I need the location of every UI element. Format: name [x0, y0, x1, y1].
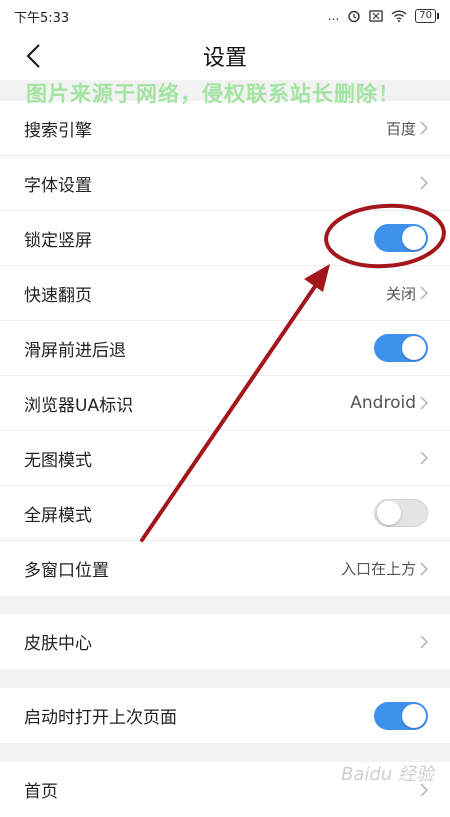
- baidu-watermark: Baidu 经验: [341, 764, 434, 785]
- setting-font[interactable]: 字体设置: [0, 156, 450, 211]
- toggle-knob: [402, 336, 426, 360]
- chevron-right-icon: [420, 121, 428, 135]
- setting-swipe-nav: 滑屏前进后退: [0, 321, 450, 376]
- setting-label: 锁定竖屏: [24, 230, 92, 251]
- skin-group: 皮肤中心: [0, 614, 450, 669]
- toggle-knob: [402, 226, 426, 250]
- toggle-knob: [402, 703, 426, 728]
- swipe-nav-toggle[interactable]: [374, 334, 428, 362]
- startup-group: 启动时打开上次页面: [0, 688, 450, 743]
- setting-label: 首页: [24, 782, 58, 802]
- signal-dots-icon: ...: [327, 9, 340, 23]
- fullscreen-toggle[interactable]: [374, 499, 428, 527]
- setting-label: 字体设置: [24, 175, 92, 196]
- chevron-right-icon: [420, 451, 428, 465]
- setting-value: 关闭: [385, 284, 416, 303]
- setting-label: 滑屏前进后退: [24, 340, 126, 361]
- wifi-icon: [391, 10, 407, 22]
- setting-label: 搜索引擎: [24, 120, 92, 141]
- setting-label: 快速翻页: [24, 285, 92, 306]
- setting-skin-center[interactable]: 皮肤中心: [0, 614, 450, 669]
- chevron-right-icon: [420, 634, 428, 649]
- sim-icon: [369, 10, 383, 22]
- chevron-right-icon: [420, 176, 428, 190]
- alarm-icon: [348, 10, 360, 23]
- setting-value: 百度: [385, 119, 416, 138]
- setting-label: 多窗口位置: [24, 561, 109, 581]
- setting-user-agent[interactable]: 浏览器UA标识 Android: [0, 376, 450, 431]
- setting-lock-portrait: 锁定竖屏: [0, 211, 450, 266]
- toggle-knob: [377, 501, 401, 525]
- main-settings-group: 搜索引擎 百度 字体设置 锁定竖屏 快速翻页 关闭 滑屏前进后退 浏览器UA标识…: [0, 101, 450, 596]
- setting-no-image[interactable]: 无图模式: [0, 431, 450, 486]
- setting-restore-last-page: 启动时打开上次页面: [0, 688, 450, 743]
- page-title: 设置: [202, 46, 247, 71]
- status-icons: ... 70: [327, 9, 439, 23]
- battery-icon: 70: [415, 9, 439, 23]
- setting-search-engine[interactable]: 搜索引擎 百度: [0, 101, 450, 156]
- setting-label: 皮肤中心: [24, 634, 92, 654]
- status-time: 下午5:33: [14, 10, 70, 26]
- chevron-right-icon: [420, 286, 428, 300]
- setting-label: 启动时打开上次页面: [24, 708, 177, 728]
- back-arrow-icon[interactable]: [22, 42, 48, 70]
- status-bar: 下午5:33 ... 70: [0, 0, 450, 32]
- setting-value: Android: [350, 393, 416, 413]
- header-bar: 设置: [0, 32, 450, 80]
- lock-portrait-toggle[interactable]: [374, 224, 428, 252]
- setting-fullscreen: 全屏模式: [0, 486, 450, 541]
- setting-label: 浏览器UA标识: [24, 395, 134, 416]
- restore-last-page-toggle[interactable]: [374, 701, 428, 730]
- setting-label: 无图模式: [24, 450, 92, 471]
- copyright-watermark: 图片来源于网络，侵权联系站长删除！: [26, 82, 400, 106]
- setting-fast-page[interactable]: 快速翻页 关闭: [0, 266, 450, 321]
- setting-value: 入口在上方: [340, 560, 416, 578]
- setting-window-position[interactable]: 多窗口位置 入口在上方: [0, 541, 450, 596]
- setting-label: 全屏模式: [24, 505, 92, 526]
- chevron-right-icon: [420, 561, 428, 576]
- chevron-right-icon: [420, 396, 428, 410]
